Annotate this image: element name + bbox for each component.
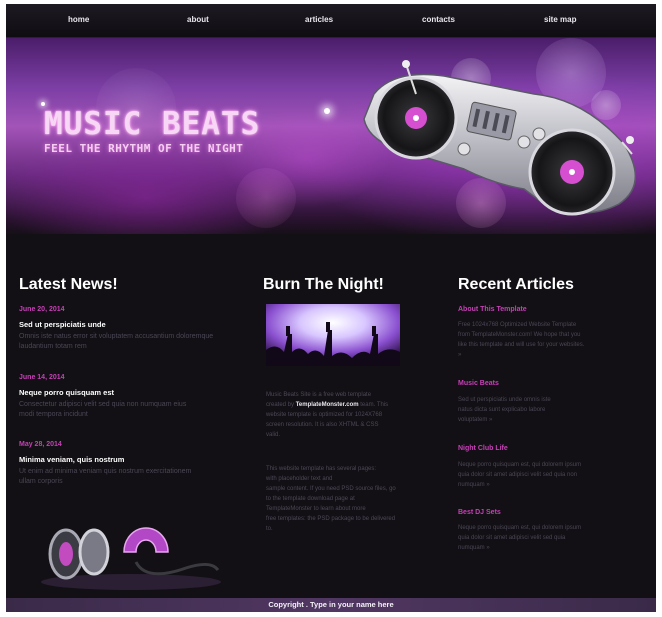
news-date: June 20, 2014 <box>19 306 65 313</box>
logo-tagline: FEEL THE RHYTHM OF THE NIGHT <box>44 142 244 155</box>
article-text: Neque porro quisquam est, qui dolorem ip… <box>458 525 582 551</box>
news-date: May 28, 2014 <box>19 441 62 448</box>
burn-night-paragraph-1: Music Beats Site is a free web template … <box>266 392 389 438</box>
news-headline-link[interactable]: Neque porro quisquam est <box>19 388 114 397</box>
news-text: Consectetur adipisci velit sed quia non … <box>19 401 187 418</box>
logo-title: MUSIC BEATS <box>44 106 261 142</box>
article-text: Neque porro quisquam est, qui dolorem ip… <box>458 462 582 488</box>
article-title-link[interactable]: Music Beats <box>458 380 499 387</box>
burn-night-paragraph-2: This website template has several pages:… <box>266 466 396 532</box>
article-title-link[interactable]: Best DJ Sets <box>458 509 501 516</box>
article-text: Sed ut perspiciatis unde omnis iste natu… <box>458 397 551 423</box>
article-text: Free 1024x768 Optimized Website Template… <box>458 322 585 358</box>
news-text: Omnis iste natus error sit voluptatem ac… <box>19 333 214 350</box>
article-title-link[interactable]: About This Template <box>458 306 527 313</box>
burn-night-heading: Burn The Night! <box>263 276 384 293</box>
sparkle <box>324 108 330 114</box>
templatemonster-link[interactable]: TemplateMonster.com <box>296 402 359 408</box>
top-nav: home about articles contacts site map <box>6 4 656 38</box>
bokeh-light <box>236 168 296 228</box>
news-headline-link[interactable]: Sed ut perspiciatis unde <box>19 320 106 329</box>
nav-articles[interactable]: articles <box>305 15 333 24</box>
nav-site-map[interactable]: site map <box>544 15 576 24</box>
dj-turntable-illustration <box>363 60 637 216</box>
concert-crowd-image <box>266 304 400 366</box>
footer: Copyright . Type in your name here <box>6 598 656 612</box>
header-banner: MUSIC BEATS FEEL THE RHYTHM OF THE NIGHT <box>6 38 656 234</box>
latest-news-heading: Latest News! <box>19 276 118 293</box>
news-date: June 14, 2014 <box>19 374 65 381</box>
nav-home[interactable]: home <box>68 15 89 24</box>
news-headline-link[interactable]: Minima veniam, quis nostrum <box>19 455 124 464</box>
news-text: Ut enim ad minima veniam quis nostrum ex… <box>19 468 192 485</box>
recent-articles-heading: Recent Articles <box>458 276 574 293</box>
page: home about articles contacts site map MU… <box>6 4 656 612</box>
headphones-illustration <box>41 527 221 590</box>
nav-contacts[interactable]: contacts <box>422 15 455 24</box>
nav-about[interactable]: about <box>187 15 209 24</box>
article-title-link[interactable]: Night Club Life <box>458 445 508 452</box>
copyright-text: Copyright . Type in your name here <box>268 600 394 609</box>
